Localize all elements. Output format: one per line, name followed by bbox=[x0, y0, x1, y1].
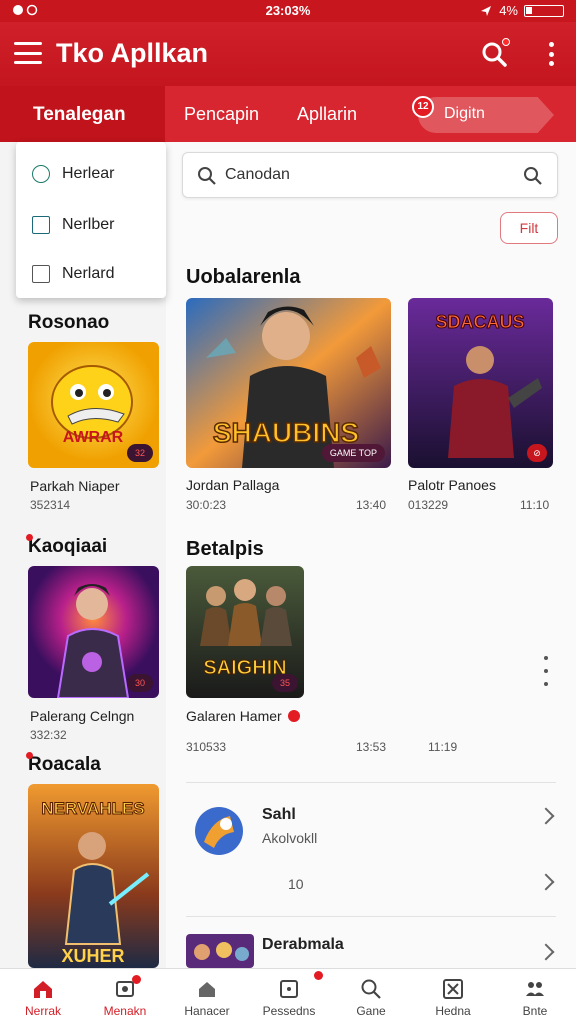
card-badge-icon: ⊘ bbox=[527, 444, 547, 462]
nav-item-hanacer[interactable]: Hanacer bbox=[166, 969, 248, 1024]
search-input[interactable] bbox=[225, 164, 505, 186]
home-icon bbox=[34, 981, 52, 998]
location-icon bbox=[481, 5, 492, 16]
section-title: Uobalarenla bbox=[186, 266, 301, 288]
card-badge: 32 bbox=[127, 444, 153, 462]
chevron-right-icon[interactable] bbox=[537, 943, 555, 961]
divider bbox=[186, 916, 556, 917]
search-icon[interactable] bbox=[480, 38, 510, 68]
list-item-stat: 10 bbox=[288, 876, 304, 892]
card-tag: GAME TOP bbox=[321, 444, 385, 462]
list-item-title: Sahl bbox=[262, 806, 296, 823]
menu-icon[interactable] bbox=[14, 42, 42, 64]
game-card[interactable]: SDACAUS ⊘ bbox=[408, 298, 553, 468]
card-title: Palotr Panoes bbox=[408, 477, 496, 493]
app-title: Tko Apllkan bbox=[56, 38, 209, 68]
list-item-subtitle: Akolvokll bbox=[262, 830, 318, 846]
tab-badge: 12 bbox=[412, 96, 434, 118]
search-icon bbox=[198, 167, 216, 185]
dropdown-item-nerlard[interactable]: Nerlard bbox=[32, 262, 114, 286]
nav-item-pessedns[interactable]: Pessedns bbox=[248, 969, 330, 1024]
game-card[interactable]: NERVAHLES XUHER bbox=[28, 784, 159, 968]
sidebar-section-title: Kaoqiaai bbox=[26, 534, 108, 557]
bottom-nav: Nerrak Menakn Hanacer Pessedns Gane Hedn… bbox=[0, 968, 576, 1024]
card-badge: 35 bbox=[272, 674, 298, 692]
filter-button[interactable]: Filt bbox=[500, 212, 558, 244]
svg-text:XUHER: XUHER bbox=[61, 946, 124, 966]
tab-pencapin[interactable]: Pencapin bbox=[184, 104, 259, 125]
tablet-icon bbox=[280, 980, 298, 998]
notification-dot bbox=[314, 971, 323, 980]
sidebar-section-title: Rosonao bbox=[28, 312, 110, 333]
card-title: Jordan Pallaga bbox=[186, 477, 280, 493]
main-content: Filt Uobalarenla SHAUBINS GAME TOP SDACA… bbox=[166, 142, 576, 968]
game-card[interactable]: AWRAR 32 bbox=[28, 342, 159, 468]
game-thumbnail[interactable] bbox=[186, 934, 254, 968]
leaf-icon bbox=[32, 165, 50, 183]
dropdown-item-herlear[interactable]: Herlear bbox=[32, 162, 114, 186]
red-dot bbox=[26, 534, 33, 541]
svg-text:NERVAHLES: NERVAHLES bbox=[41, 799, 144, 818]
card-badge: 30 bbox=[127, 674, 153, 692]
card-count: 11:19 bbox=[428, 740, 458, 754]
people-icon bbox=[526, 982, 544, 996]
card-subtitle: 332:32 bbox=[30, 728, 67, 742]
card-count: 13:40 bbox=[356, 498, 387, 512]
nav-item-gane[interactable]: Gane bbox=[330, 969, 412, 1024]
card-title: Palerang Celngn bbox=[30, 708, 135, 724]
dropdown-item-nerlber[interactable]: Nerlber bbox=[32, 213, 114, 237]
status-bar: 23:03% 4% bbox=[0, 0, 576, 22]
card-count: 13:53 bbox=[356, 740, 387, 754]
notification-dot bbox=[132, 975, 141, 984]
nav-item-bnte[interactable]: Bnte bbox=[494, 969, 576, 1024]
search-icon[interactable] bbox=[523, 166, 543, 186]
game-card[interactable]: SHAUBINS GAME TOP bbox=[186, 298, 391, 468]
dropdown-menu: Herlear Nerlber Nerlard bbox=[16, 142, 166, 298]
card-subtitle: 352314 bbox=[30, 498, 71, 512]
search-field[interactable] bbox=[182, 152, 558, 198]
sidebar: Rosonao AWRAR 32 Parkah Niaper 352314 Ka… bbox=[0, 298, 165, 968]
nav-item-nerrak[interactable]: Nerrak bbox=[2, 969, 84, 1024]
card-title: Galaren Hamer bbox=[186, 708, 282, 724]
card-count: 11:10 bbox=[520, 498, 550, 512]
nav-item-hedna[interactable]: Hedna bbox=[412, 969, 494, 1024]
tab-digitn[interactable]: Digitn bbox=[418, 97, 554, 133]
status-dot bbox=[288, 710, 300, 722]
section-title: Betalpis bbox=[186, 538, 264, 560]
app-icon[interactable] bbox=[190, 802, 248, 860]
divider bbox=[186, 782, 556, 783]
notification-dot bbox=[502, 38, 510, 46]
nav-item-menakn[interactable]: Menakn bbox=[84, 969, 166, 1024]
more-options-icon[interactable] bbox=[543, 656, 549, 686]
game-card[interactable]: 30 bbox=[28, 566, 159, 698]
card-title: Parkah Niaper bbox=[30, 478, 120, 494]
svg-text:AWRAR: AWRAR bbox=[63, 429, 124, 446]
game-card[interactable]: SAIGHIN 35 bbox=[186, 566, 304, 698]
red-dot bbox=[26, 752, 33, 759]
list-item-title: Derabmala bbox=[262, 936, 344, 953]
battery-percent: 4% bbox=[499, 3, 518, 18]
gamepad-icon bbox=[443, 979, 463, 999]
house-icon bbox=[199, 982, 215, 997]
chevron-right-icon[interactable] bbox=[537, 807, 555, 825]
chevron-right-icon[interactable] bbox=[537, 873, 555, 891]
card-subtitle: 013229 bbox=[408, 498, 449, 512]
sidebar-section-title: Roacala bbox=[26, 752, 101, 775]
check-square-icon bbox=[32, 216, 50, 234]
tab-bar: Tenalegan Pencapin Apllarin Digitn 12 bbox=[0, 86, 576, 142]
more-options-icon[interactable] bbox=[548, 42, 554, 66]
tab-tenalegan[interactable]: Tenalegan bbox=[0, 86, 165, 142]
battery-icon bbox=[524, 4, 564, 17]
app-bar: Tko Apllkan bbox=[0, 22, 576, 86]
tab-apllarin[interactable]: Apllarin bbox=[297, 104, 357, 125]
square-icon bbox=[32, 265, 50, 283]
card-subtitle: 30:0:23 bbox=[186, 498, 227, 512]
search-icon bbox=[361, 979, 381, 999]
card-subtitle: 310533 bbox=[186, 740, 227, 754]
svg-text:SDACAUS: SDACAUS bbox=[435, 312, 524, 332]
